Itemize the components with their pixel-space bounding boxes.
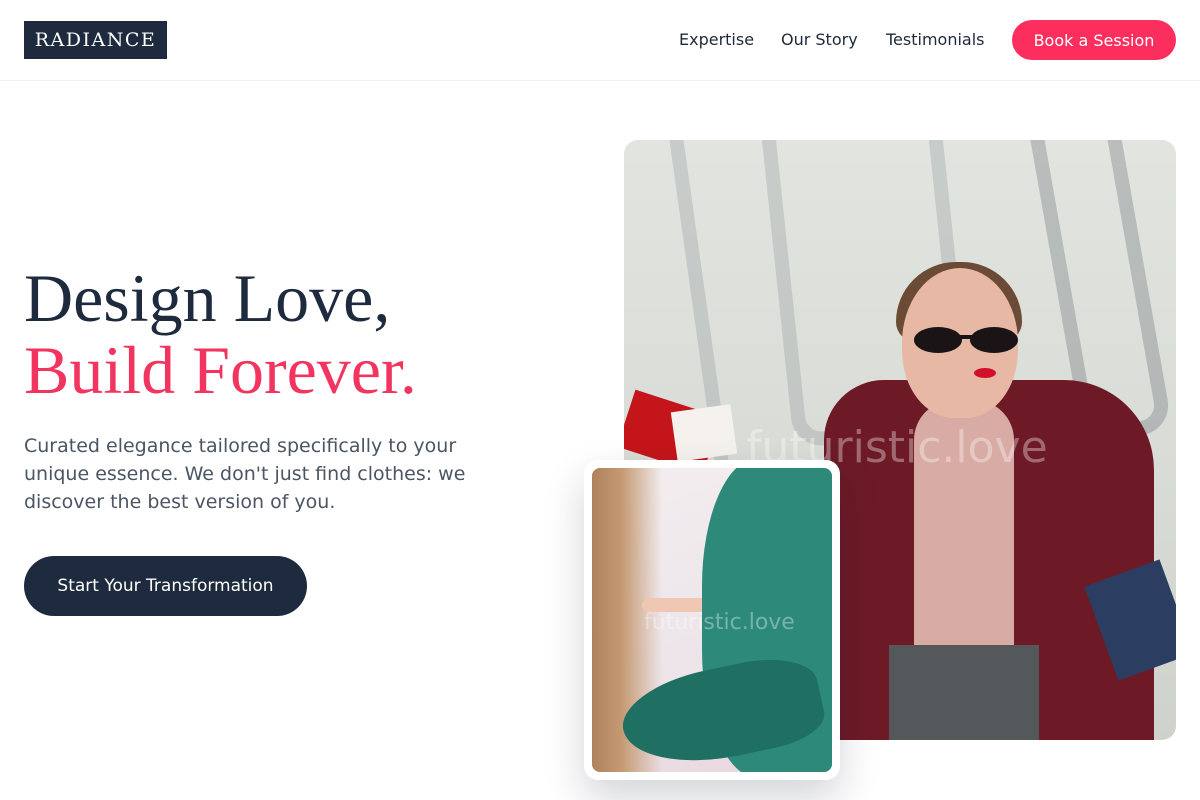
- hero-subtitle: Curated elegance tailored specifically t…: [24, 435, 466, 513]
- nav-link-our-story[interactable]: Our Story: [781, 30, 858, 49]
- site-header: RADIANCE Expertise Our Story Testimonial…: [0, 0, 1200, 81]
- hero-title-line2: Build Forever.: [24, 332, 417, 408]
- hero-inset-card: futuristic.love: [584, 460, 840, 780]
- nav-link-expertise[interactable]: Expertise: [679, 30, 754, 49]
- hero-inset-image: futuristic.love: [592, 468, 832, 772]
- nav-link-testimonials[interactable]: Testimonials: [886, 30, 985, 49]
- hero-title-line1: Design Love,: [24, 260, 391, 336]
- start-transformation-button[interactable]: Start Your Transformation: [24, 556, 307, 616]
- inset-image-watermark: futuristic.love: [644, 610, 795, 635]
- hero-title: Design Love, Build Forever.: [24, 262, 584, 406]
- brand-logo[interactable]: RADIANCE: [24, 21, 167, 59]
- sunglasses-graphic: [914, 327, 1018, 353]
- book-session-button[interactable]: Book a Session: [1012, 20, 1176, 60]
